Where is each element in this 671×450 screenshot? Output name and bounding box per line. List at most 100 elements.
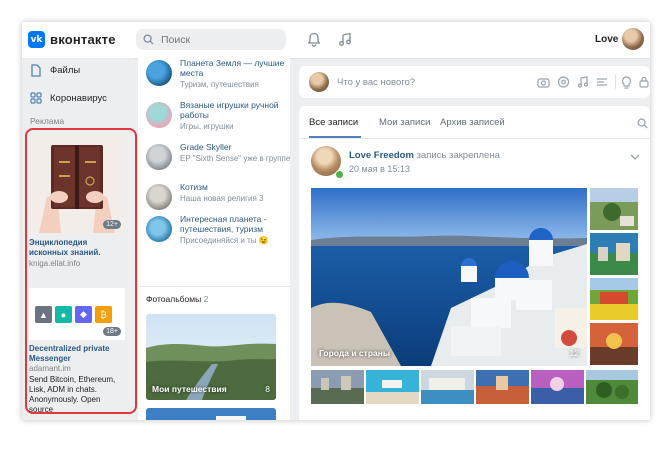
article-icon[interactable] (596, 76, 608, 88)
book-photo (29, 135, 125, 233)
groups-column: Планета Земля — лучшие места Туризм, пут… (138, 58, 290, 420)
photo-thumbnail[interactable] (311, 370, 364, 404)
group-title[interactable]: Планета Земля — лучшие места (180, 58, 290, 78)
photo-count: 12 (569, 348, 579, 358)
photo-caption: Города и страны (319, 348, 391, 358)
ad-title[interactable]: Энциклопедия исконных знаний. (29, 238, 125, 258)
apps-icon (30, 92, 42, 104)
ad-age-badge: 12+ (103, 220, 121, 229)
photo-thumbnail[interactable] (586, 370, 638, 404)
photo-thumbnail[interactable] (366, 370, 419, 404)
lock-icon[interactable] (639, 76, 649, 88)
search-input[interactable] (159, 32, 273, 47)
ad-title[interactable]: Decentralized private Messenger (29, 344, 125, 364)
tab-all-posts[interactable]: Все записи (309, 117, 358, 128)
group-title[interactable]: Интересная планета - путешествия, туризм (180, 214, 290, 234)
file-icon (31, 64, 41, 77)
album-name: Мои путешествия (152, 384, 227, 394)
chevron-down-icon[interactable] (630, 154, 640, 161)
group-avatar (146, 216, 172, 242)
video-icon[interactable] (557, 76, 570, 88)
ethereum-icon: ◆ (75, 306, 92, 323)
photo-thumbnail[interactable] (590, 278, 638, 320)
group-subtitle: Игры, игрушки (180, 122, 234, 131)
tab-my-posts[interactable]: Мои записи (379, 117, 430, 128)
albums-heading-label: Фотоальбомы (146, 294, 202, 304)
album-card[interactable]: Мои путешествия 8 (146, 314, 276, 400)
group-avatar (146, 60, 172, 86)
group-avatar (146, 102, 172, 128)
bell-icon[interactable] (307, 32, 321, 47)
main-column: Что у вас нового? Все записи Мои записи … (299, 58, 650, 420)
photo-thumbnail[interactable] (590, 323, 638, 365)
user-name[interactable]: Love (595, 34, 618, 45)
album-cover (146, 408, 276, 420)
bitcoin-icon: ₿ (95, 306, 112, 323)
music-note-icon[interactable] (577, 76, 589, 88)
crypto-lisk-icon: ▲ (35, 306, 52, 323)
ad-age-badge: 18+ (103, 327, 121, 336)
wall-tabs: Все записи Мои записи Архив записей (299, 106, 650, 139)
pinned-label: запись закреплена (416, 150, 500, 161)
left-sidebar: Файлы Коронавирус Реклама 12+ Энциклопед… (22, 58, 137, 420)
group-title[interactable]: Вязаные игрушки ручной работы (180, 100, 290, 120)
online-indicator (335, 170, 344, 179)
vk-logo-mark: vk (28, 31, 45, 48)
post-author-name[interactable]: Love Freedom (349, 150, 414, 161)
music-icon[interactable] (338, 32, 352, 47)
group-item[interactable]: Grade Skyller EP "Sixth Sense" уже в гру… (146, 142, 292, 178)
photo-thumbnail[interactable] (590, 188, 638, 230)
group-subtitle: EP "Sixth Sense" уже в группе (180, 154, 291, 163)
photo-thumbnail[interactable] (421, 370, 474, 404)
crypto-drop-icon: ● (55, 306, 72, 323)
post-author[interactable]: Love Freedom запись закреплена (349, 150, 500, 161)
group-item[interactable]: Вязаные игрушки ручной работы Игры, игру… (146, 100, 292, 136)
albums-heading[interactable]: Фотоальбомы 2 (146, 294, 208, 304)
ad-domain[interactable]: adamant.im (29, 364, 71, 373)
divider (138, 286, 290, 287)
album-count: 8 (265, 384, 270, 394)
wall-search-icon[interactable] (637, 118, 648, 129)
group-item[interactable]: Планета Земля — лучшие места Туризм, пут… (146, 58, 292, 94)
post-main-photo[interactable]: Города и страны 12 (311, 188, 587, 366)
active-tab-indicator (309, 136, 361, 138)
post-composer[interactable]: Что у вас нового? (299, 66, 650, 98)
sidebar-item-files[interactable]: Файлы (30, 64, 80, 77)
sidebar-item-coronavirus[interactable]: Коронавирус (30, 92, 107, 104)
group-item[interactable]: Интересная планета - путешествия, туризм… (146, 214, 292, 250)
post-date[interactable]: 20 мая в 15:13 (349, 164, 410, 174)
group-subtitle: Туризм, путешествия (180, 80, 259, 89)
search-box[interactable] (136, 29, 286, 50)
vk-window: vk вконтакте Love Файлы Коронавирус Рекл… (22, 22, 650, 420)
composer-avatar (309, 72, 329, 92)
group-item[interactable]: Котизм Наша новая религия 3 (146, 182, 292, 218)
group-avatar (146, 144, 172, 170)
santorini-photo (311, 188, 587, 366)
album-card[interactable] (146, 408, 276, 420)
user-avatar[interactable] (622, 28, 644, 50)
search-icon (143, 34, 154, 45)
group-title[interactable]: Grade Skyller (180, 142, 290, 152)
sidebar-item-label: Файлы (50, 65, 81, 76)
ad-description: Send Bitcoin, Ethereum, Lisk, ADM in cha… (29, 375, 116, 414)
wall-post: Все записи Мои записи Архив записей Love… (299, 106, 650, 420)
vk-logo[interactable]: vk вконтакте (28, 31, 116, 48)
albums-count: 2 (203, 294, 209, 304)
composer-divider (615, 75, 616, 89)
group-title[interactable]: Котизм (180, 182, 290, 192)
photo-thumbnail[interactable] (476, 370, 529, 404)
ad-image-book[interactable]: 12+ (29, 135, 125, 233)
photo-thumbnail[interactable] (531, 370, 584, 404)
photo-thumbnail[interactable] (590, 233, 638, 275)
top-bar: vk вконтакте Love (22, 22, 650, 59)
vk-logo-text: вконтакте (50, 32, 116, 47)
lightbulb-icon[interactable] (621, 76, 632, 89)
group-avatar (146, 184, 172, 210)
tab-archive[interactable]: Архив записей (440, 117, 505, 128)
group-subtitle: Наша новая религия 3 (180, 194, 264, 203)
ads-label: Реклама (30, 116, 65, 126)
camera-icon[interactable] (537, 76, 550, 88)
group-subtitle: Присоединяйся и ты 😉 (180, 236, 269, 245)
composer-input[interactable]: Что у вас нового? (337, 77, 415, 88)
ad-domain[interactable]: kniga.ellat.info (29, 259, 80, 268)
